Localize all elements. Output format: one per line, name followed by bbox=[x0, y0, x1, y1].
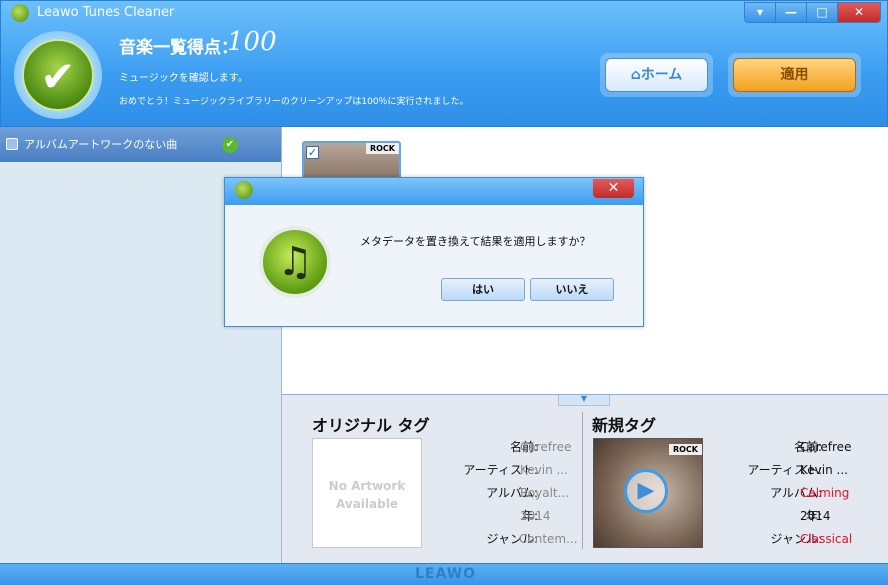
menu-dropdown-icon[interactable]: ▾ bbox=[745, 3, 776, 22]
no-artwork-placeholder: No Artwork Available bbox=[312, 438, 422, 548]
tag-comparison-panel: ▼ オリジナル タグ No Artwork Available 名前: Caref… bbox=[282, 394, 888, 563]
collapse-toggle[interactable]: ▼ bbox=[558, 395, 610, 406]
home-button-frame: ⌂ホーム bbox=[600, 53, 713, 97]
tag-value: 2014 bbox=[520, 509, 551, 523]
window-controls: ▾ — □ ✕ bbox=[744, 2, 881, 23]
tag-row: 年: 2014 bbox=[704, 507, 888, 530]
tag-value: 2014 bbox=[800, 509, 831, 523]
artwork-tag: ROCK bbox=[668, 444, 702, 455]
tag-value-changed: Calming bbox=[800, 486, 850, 500]
apply-button[interactable]: 適用 bbox=[733, 58, 856, 92]
no-button[interactable]: いいえ bbox=[530, 278, 614, 301]
score-badge: ✔ bbox=[14, 31, 102, 119]
tag-row: ジャンル: Classical bbox=[704, 530, 888, 553]
tag-value: Contem... bbox=[519, 532, 578, 546]
score-value: 100 bbox=[227, 27, 277, 57]
status-message: ミュージックを確認します。 bbox=[119, 73, 248, 84]
new-artwork: ROCK ▶ bbox=[593, 438, 703, 548]
home-icon: ⌂ bbox=[630, 67, 641, 83]
category-icon bbox=[6, 138, 18, 150]
thumbnail-tag: ROCK bbox=[365, 143, 399, 154]
tag-value: Carefree bbox=[800, 440, 852, 454]
score-label: 音楽一覧得点： bbox=[119, 38, 238, 58]
sidebar-item-missing-artwork[interactable]: アルバムアートワークのない曲 ✔ bbox=[0, 127, 281, 162]
tag-value-changed: Classical bbox=[800, 532, 853, 546]
maximize-button[interactable]: □ bbox=[807, 3, 838, 22]
dialog-close-button[interactable]: ✕ bbox=[593, 179, 634, 198]
tag-row: 名前: Carefree bbox=[704, 438, 888, 461]
play-icon[interactable]: ▶ bbox=[624, 469, 668, 513]
checkmark-icon: ✔ bbox=[22, 39, 94, 111]
track-checkbox[interactable]: ✓ bbox=[306, 146, 319, 159]
header: Leawo Tunes Cleaner ▾ — □ ✕ ✔ 音楽一覧得点： 10… bbox=[0, 0, 888, 127]
minimize-button[interactable]: — bbox=[776, 3, 807, 22]
sidebar-item-label: アルバムアートワークのない曲 bbox=[24, 138, 178, 151]
new-tags-title: 新規タグ bbox=[592, 416, 657, 435]
result-message: おめでとう！ミュージックライブラリーのクリーンアップは100％に実行されました。 bbox=[119, 97, 469, 107]
music-cleaner-icon: ♫ bbox=[259, 226, 331, 298]
leawo-logo: LEAWO bbox=[415, 566, 477, 582]
footer: LEAWO bbox=[0, 563, 888, 585]
confirm-dialog: ✕ ♫ メタデータを置き換えて結果を適用しますか？ はい いいえ bbox=[224, 177, 644, 327]
check-circle-icon: ✔ bbox=[222, 137, 238, 153]
apply-button-frame: 適用 bbox=[728, 53, 861, 97]
dialog-titlebar: ✕ bbox=[225, 178, 643, 205]
home-label: ホーム bbox=[640, 67, 683, 83]
close-button[interactable]: ✕ bbox=[838, 3, 880, 22]
divider bbox=[582, 412, 583, 549]
tag-row: アーティスト: Kevin ... bbox=[704, 461, 888, 484]
home-button[interactable]: ⌂ホーム bbox=[605, 58, 708, 92]
yes-button[interactable]: はい bbox=[441, 278, 525, 301]
dialog-message: メタデータを置き換えて結果を適用しますか？ bbox=[360, 235, 591, 248]
tag-value: Kevin ... bbox=[520, 463, 568, 477]
original-tags-title: オリジナル タグ bbox=[312, 416, 430, 435]
tag-row: アルバム: Calming bbox=[704, 484, 888, 507]
app-icon bbox=[11, 4, 29, 22]
app-title: Leawo Tunes Cleaner bbox=[37, 5, 175, 20]
app-icon bbox=[235, 181, 253, 199]
tag-value: Kevin ... bbox=[800, 463, 848, 477]
tag-value: Royalt... bbox=[520, 486, 570, 500]
tag-value: Carefree bbox=[520, 440, 572, 454]
